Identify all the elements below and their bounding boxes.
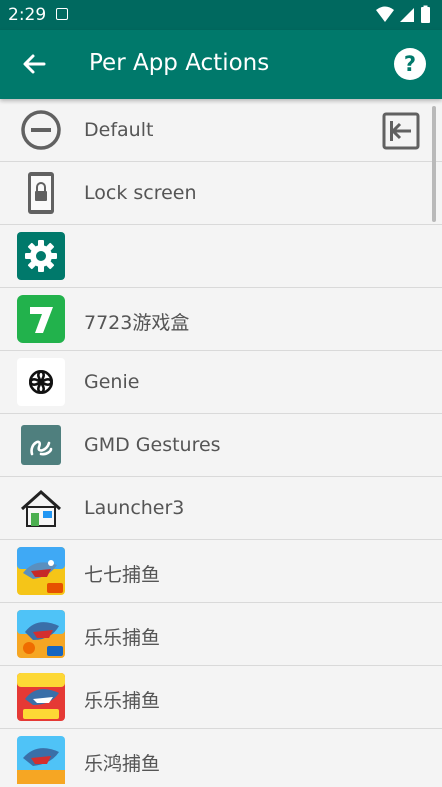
- list-item-label: 乐乐捕鱼: [84, 627, 161, 649]
- gmd-gestures-icon: [21, 425, 61, 465]
- launcher-home-icon: [20, 489, 62, 527]
- no-entry-icon: [21, 110, 61, 150]
- list-item[interactable]: Genie: [0, 351, 442, 414]
- fishing-game-icon: [17, 547, 65, 595]
- list-item[interactable]: 七七捕鱼: [0, 540, 442, 603]
- list-item-label: Lock screen: [84, 182, 197, 204]
- list-item[interactable]: 乐乐捕鱼: [0, 603, 442, 666]
- list-item[interactable]: Default: [0, 99, 442, 162]
- svg-text:?: ?: [404, 52, 416, 76]
- battery-icon: [421, 7, 430, 23]
- list-item-label: Default: [84, 119, 154, 141]
- import-icon[interactable]: [382, 112, 420, 150]
- status-bar: 2:29: [0, 0, 442, 30]
- list-item[interactable]: 乐乐捕鱼: [0, 666, 442, 729]
- list-item[interactable]: [0, 225, 442, 288]
- fishing-game-icon: [17, 610, 65, 658]
- signal-icon: [400, 8, 414, 22]
- scrollbar[interactable]: [432, 106, 436, 222]
- wifi-icon: [376, 6, 394, 22]
- list-item-label: 七七捕鱼: [84, 564, 161, 586]
- list-item-label: Launcher3: [84, 497, 185, 519]
- help-icon[interactable]: ?: [392, 46, 428, 82]
- list-item[interactable]: 7723游戏盒: [0, 288, 442, 351]
- settings-app-icon: [17, 232, 65, 280]
- page-title: Per App Actions: [89, 50, 270, 76]
- list-item-label: 乐鸿捕鱼: [84, 753, 161, 775]
- list-item-label: 7723游戏盒: [84, 312, 190, 334]
- list-item[interactable]: Lock screen: [0, 162, 442, 225]
- list-item-label: GMD Gestures: [84, 434, 221, 456]
- app-7723-icon: [17, 295, 65, 343]
- back-arrow-icon[interactable]: [14, 44, 54, 84]
- fishing-game-icon: [17, 736, 65, 784]
- list-item[interactable]: Launcher3: [0, 477, 442, 540]
- status-time: 2:29: [8, 5, 47, 25]
- notification-icon: [56, 8, 68, 20]
- app-list[interactable]: Default Lock screen 7723游戏盒 Genie GMD Ge…: [0, 99, 442, 787]
- list-item-label: Genie: [84, 371, 140, 393]
- list-item[interactable]: 乐鸿捕鱼: [0, 729, 442, 787]
- fishing-game-icon: [17, 673, 65, 721]
- list-item[interactable]: GMD Gestures: [0, 414, 442, 477]
- status-icons: [376, 5, 430, 23]
- app-bar: Per App Actions ?: [0, 30, 442, 99]
- list-item-label: 乐乐捕鱼: [84, 690, 161, 712]
- lock-phone-icon: [28, 172, 54, 214]
- genie-app-icon: [17, 358, 65, 406]
